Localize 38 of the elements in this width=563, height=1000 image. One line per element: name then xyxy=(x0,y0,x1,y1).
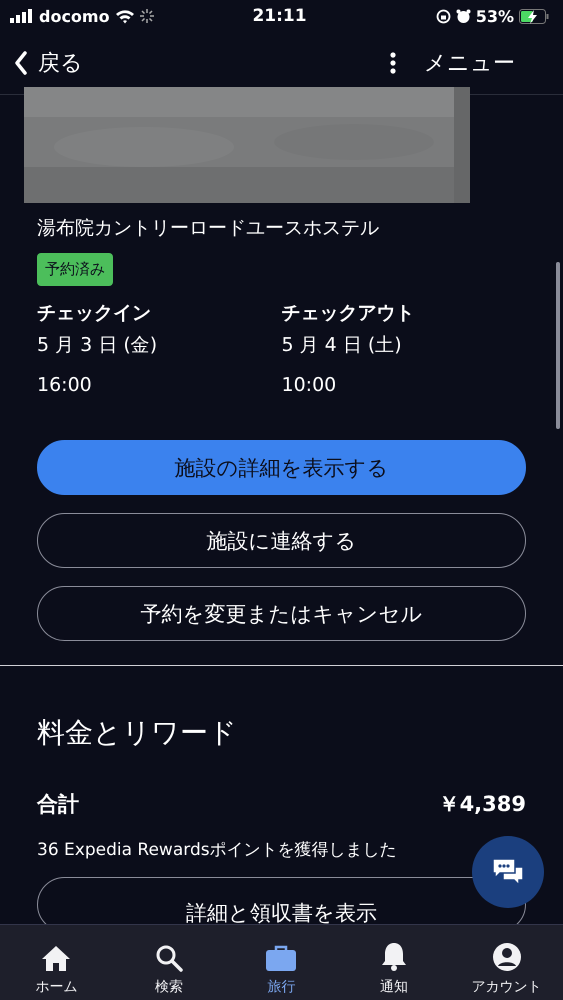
wifi-icon xyxy=(114,8,135,24)
alarm-icon xyxy=(456,8,471,24)
chevron-left-icon xyxy=(14,51,28,75)
bell-icon xyxy=(380,942,408,972)
search-icon xyxy=(154,944,183,972)
stay-label: チェックイン xyxy=(37,301,152,326)
tab-item[interactable]: 検索 xyxy=(112,925,226,1000)
back-button[interactable]: 戻る xyxy=(14,48,83,78)
stay-label: チェックアウト xyxy=(282,301,416,326)
action-button[interactable]: 施設に連絡する xyxy=(37,513,526,568)
tab-item[interactable]: 通知 xyxy=(338,925,450,1000)
stay-date: 5 月 4 日 (土) xyxy=(282,333,403,358)
view-details-button[interactable]: 施設の詳細を表示する xyxy=(37,440,526,495)
suitcase-icon xyxy=(265,944,298,972)
clock-time: 21:11 xyxy=(252,6,307,26)
account-icon xyxy=(492,942,522,972)
tab-item[interactable]: アカウント xyxy=(450,925,563,1000)
action-button[interactable]: 予約を変更またはキャンセル xyxy=(37,586,526,641)
battery-icon xyxy=(519,8,549,24)
tab-item[interactable]: ホーム xyxy=(0,925,113,1000)
hotel-name: 湯布院カントリーロードユースホステル xyxy=(37,216,380,241)
total-label: 合計 xyxy=(37,791,79,818)
home-icon xyxy=(41,944,72,972)
carrier-name: docomo xyxy=(39,6,110,26)
total-price: ￥4,389 xyxy=(438,791,526,818)
menu-button[interactable]: メニュー xyxy=(390,48,515,78)
signal-icon xyxy=(10,9,34,23)
booking-status-badge: 予約済み xyxy=(37,253,113,286)
rewards-text: 36 Expedia Rewardsポイントを獲得しました xyxy=(37,839,398,861)
stay-time: 16:00 xyxy=(37,374,93,396)
rotation-lock-icon xyxy=(436,8,451,24)
tab-item[interactable]: 旅行 xyxy=(225,925,338,1000)
loading-icon xyxy=(140,9,154,23)
more-icon xyxy=(390,52,396,74)
stay-time: 10:00 xyxy=(282,374,338,396)
stay-date: 5 月 3 日 (金) xyxy=(37,333,158,358)
section-heading: 料金とリワード xyxy=(37,715,238,751)
battery-percent: 53% xyxy=(476,6,514,26)
